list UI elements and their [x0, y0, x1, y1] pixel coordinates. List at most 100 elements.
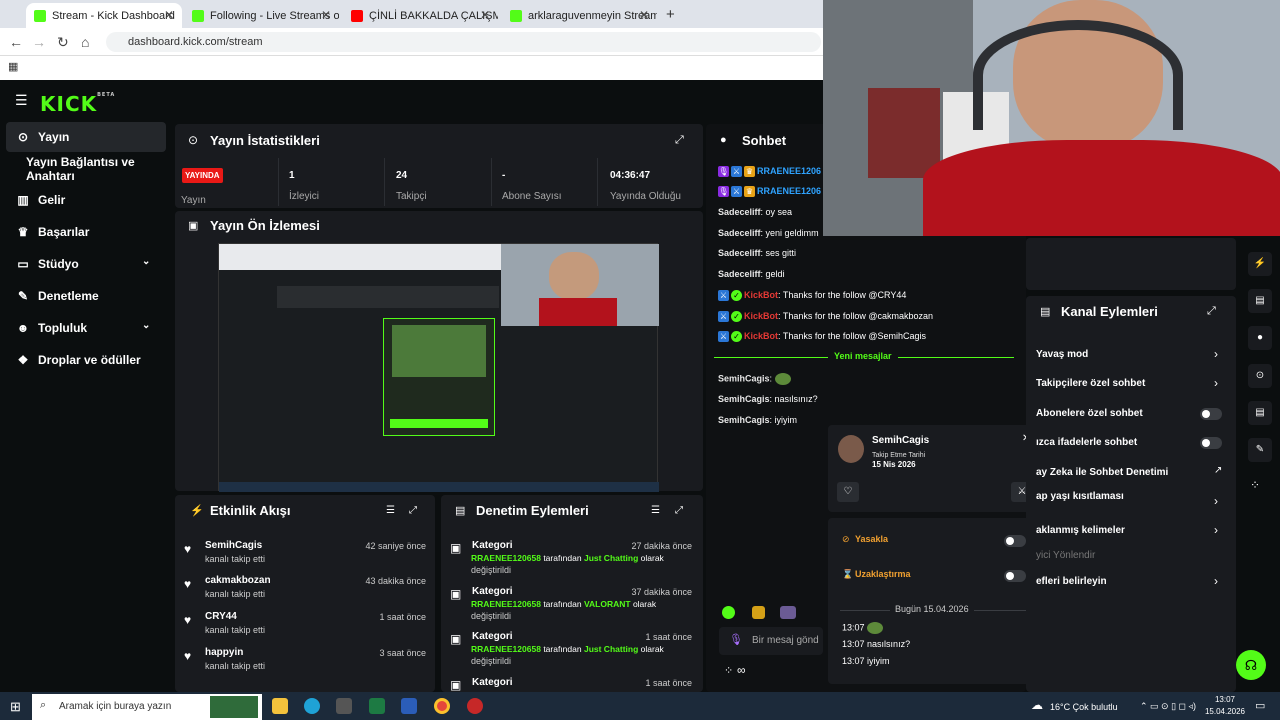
chat-username[interactable]: Sadeceliff [718, 269, 761, 279]
action-subscribers-only[interactable]: Abonelere özel sohbet [1036, 408, 1143, 419]
menu-icon[interactable]: ☰ [15, 92, 28, 109]
action-followers-only[interactable]: Takipçilere özel sohbet [1036, 378, 1145, 389]
chat-username[interactable]: SemihCagis [718, 394, 770, 404]
popout-icon[interactable]: ⤢ [409, 505, 417, 516]
tab-kick-dashboard[interactable]: Stream - Kick Dashboard ✕ [26, 3, 182, 28]
tab-youtube[interactable]: ÇİNLİ BAKKALDA ÇALIŞMAK | H ✕ [343, 3, 498, 28]
obs-icon[interactable] [467, 698, 483, 714]
activity-user[interactable]: CRY44 [205, 611, 237, 622]
chat-username[interactable]: Sadeceliff [718, 228, 761, 238]
bolt-nav-icon[interactable]: ⚡ [1248, 252, 1272, 276]
sidebar-item-gelir[interactable]: ▥ Gelir [6, 185, 166, 215]
new-tab-icon[interactable]: + [666, 6, 675, 23]
emote-only-toggle[interactable] [1200, 437, 1222, 449]
stream-preview-video[interactable] [218, 243, 659, 492]
sidebar-item-studyo[interactable]: ▭ Stüdyo ⌄ [6, 249, 166, 279]
chat-username[interactable]: Sadeceliff [718, 207, 761, 217]
filter-icon[interactable]: ☰ [651, 505, 660, 516]
action-set-goals[interactable]: efleri belirleyin [1036, 576, 1107, 587]
chat-username[interactable]: SemihCagis [718, 415, 770, 425]
chevron-right-icon[interactable]: › [1214, 494, 1218, 508]
weather-text[interactable]: 16°C Çok bulutlu [1050, 702, 1118, 712]
edge-icon[interactable] [304, 698, 320, 714]
user-card-name[interactable]: SemihCagis [872, 435, 929, 446]
filter-icon[interactable]: ☰ [386, 505, 395, 516]
sidebar-item-droplar[interactable]: ❖ Droplar ve ödüller [6, 345, 166, 375]
chat-username[interactable]: KickBot [744, 290, 778, 300]
chat-nav-icon[interactable]: ● [1248, 326, 1272, 350]
url-field[interactable]: dashboard.kick.com/stream [106, 32, 821, 52]
follow-heart-button[interactable]: ♡ [837, 482, 859, 502]
chat-username[interactable]: KickBot [744, 311, 778, 321]
taskbar-search[interactable]: ⌕ Aramak için buraya yazın [32, 694, 262, 720]
ban-toggle[interactable] [1004, 535, 1026, 547]
sidebar-item-topluluk[interactable]: ☻ Topluluk ⌄ [6, 313, 166, 343]
back-icon[interactable]: ← [9, 34, 23, 50]
mic-icon[interactable]: 🎙 [729, 633, 743, 646]
sidebar-item-stream-key[interactable]: Yayın Bağlantısı ve Anahtarı [6, 154, 166, 184]
reload-icon[interactable]: ↻ [57, 34, 69, 51]
popout-icon[interactable]: ⤢ [1207, 305, 1216, 318]
settings-icon[interactable]: ⁘ [724, 664, 733, 677]
infinity-icon[interactable]: ∞ [737, 663, 746, 677]
chat-username[interactable]: KickBot [744, 331, 778, 341]
kick-emote-icon[interactable] [722, 606, 735, 619]
word-icon[interactable] [401, 698, 417, 714]
avatar[interactable] [838, 435, 864, 463]
activity-user[interactable]: cakmakbozan [205, 575, 271, 586]
activity-user[interactable]: SemihCagis [205, 540, 262, 551]
close-tab-icon[interactable]: ✕ [321, 8, 331, 22]
chat-username[interactable]: RRAENEE1206 [757, 186, 821, 196]
moderation-user[interactable]: RRAENEE120658 [471, 599, 541, 609]
notification-icon[interactable]: ▭ [1255, 699, 1265, 712]
tab-stream[interactable]: arklaraguvenmeyin Stream - W ✕ [502, 3, 657, 28]
home-icon[interactable]: ⌂ [81, 34, 89, 50]
chat-username[interactable]: Sadeceliff [718, 248, 761, 258]
external-link-icon[interactable]: ↗ [1214, 465, 1222, 476]
chevron-right-icon[interactable]: › [1214, 574, 1218, 588]
action-ai-moderation[interactable]: ay Zeka ile Sohbet Denetimi [1036, 467, 1168, 478]
moderation-user[interactable]: RRAENEE120658 [471, 553, 541, 563]
chevron-right-icon[interactable]: › [1214, 523, 1218, 537]
sidebar-item-basarilar[interactable]: ♛ Başarılar [6, 217, 166, 247]
apps-grid-icon[interactable]: ▦ [8, 60, 18, 73]
action-account-age[interactable]: ap yaşı kısıtlaması [1036, 491, 1124, 502]
apps-nav-icon[interactable]: ⁘ [1250, 478, 1260, 492]
excel-icon[interactable] [369, 698, 385, 714]
chevron-right-icon[interactable]: › [1214, 376, 1218, 390]
windows-start-icon[interactable]: ⊞ [10, 699, 21, 715]
store-icon[interactable] [336, 698, 352, 714]
chat-username[interactable]: RRAENEE1206 [757, 166, 821, 176]
wrench-nav-icon[interactable]: ✎ [1248, 438, 1272, 462]
clock-time[interactable]: 13:07 [1205, 695, 1245, 704]
list-nav-icon[interactable]: ▤ [1248, 401, 1272, 425]
popout-icon[interactable]: ⤢ [675, 505, 683, 516]
emote-icon[interactable] [752, 606, 765, 619]
action-banned-words[interactable]: aklanmış kelimeler [1036, 525, 1125, 536]
chevron-right-icon[interactable]: › [1214, 347, 1218, 361]
support-button[interactable]: ☊ [1236, 650, 1266, 680]
chat-input[interactable]: 🎙 Bir mesaj gönd [719, 627, 823, 655]
forward-icon[interactable]: → [32, 34, 46, 50]
tray-icons[interactable]: ⌃ ▭ ⊙ ▯ ◻ ◃) [1140, 701, 1196, 712]
kick-logo[interactable]: KICKBETA [40, 92, 115, 116]
file-explorer-icon[interactable] [272, 698, 288, 714]
chrome-icon[interactable] [434, 698, 450, 714]
tab-following[interactable]: Following - Live Streams on Ki ✕ [184, 3, 339, 28]
action-emote-only[interactable]: ızca ifadelerle sohbet [1036, 437, 1137, 448]
broadcast-nav-icon[interactable]: ⊙ [1248, 364, 1272, 388]
moderation-user[interactable]: RRAENEE120658 [471, 644, 541, 654]
subscribers-only-toggle[interactable] [1200, 408, 1222, 420]
doc-nav-icon[interactable]: ▤ [1248, 289, 1272, 313]
activity-user[interactable]: happyin [205, 647, 243, 658]
popout-icon[interactable]: ⤢ [675, 134, 684, 147]
sidebar-item-denetleme[interactable]: ✎ Denetleme [6, 281, 166, 311]
timeout-toggle[interactable] [1004, 570, 1026, 582]
close-tab-icon[interactable]: ✕ [164, 8, 174, 22]
sidebar-item-yayin[interactable]: ⊙ Yayın [6, 122, 166, 152]
close-tab-icon[interactable]: ✕ [639, 8, 649, 22]
clock-date[interactable]: 15.04.2026 [1203, 707, 1247, 716]
emote-icon[interactable] [780, 606, 796, 619]
chat-username[interactable]: SemihCagis [718, 373, 770, 383]
close-tab-icon[interactable]: ✕ [480, 8, 490, 22]
